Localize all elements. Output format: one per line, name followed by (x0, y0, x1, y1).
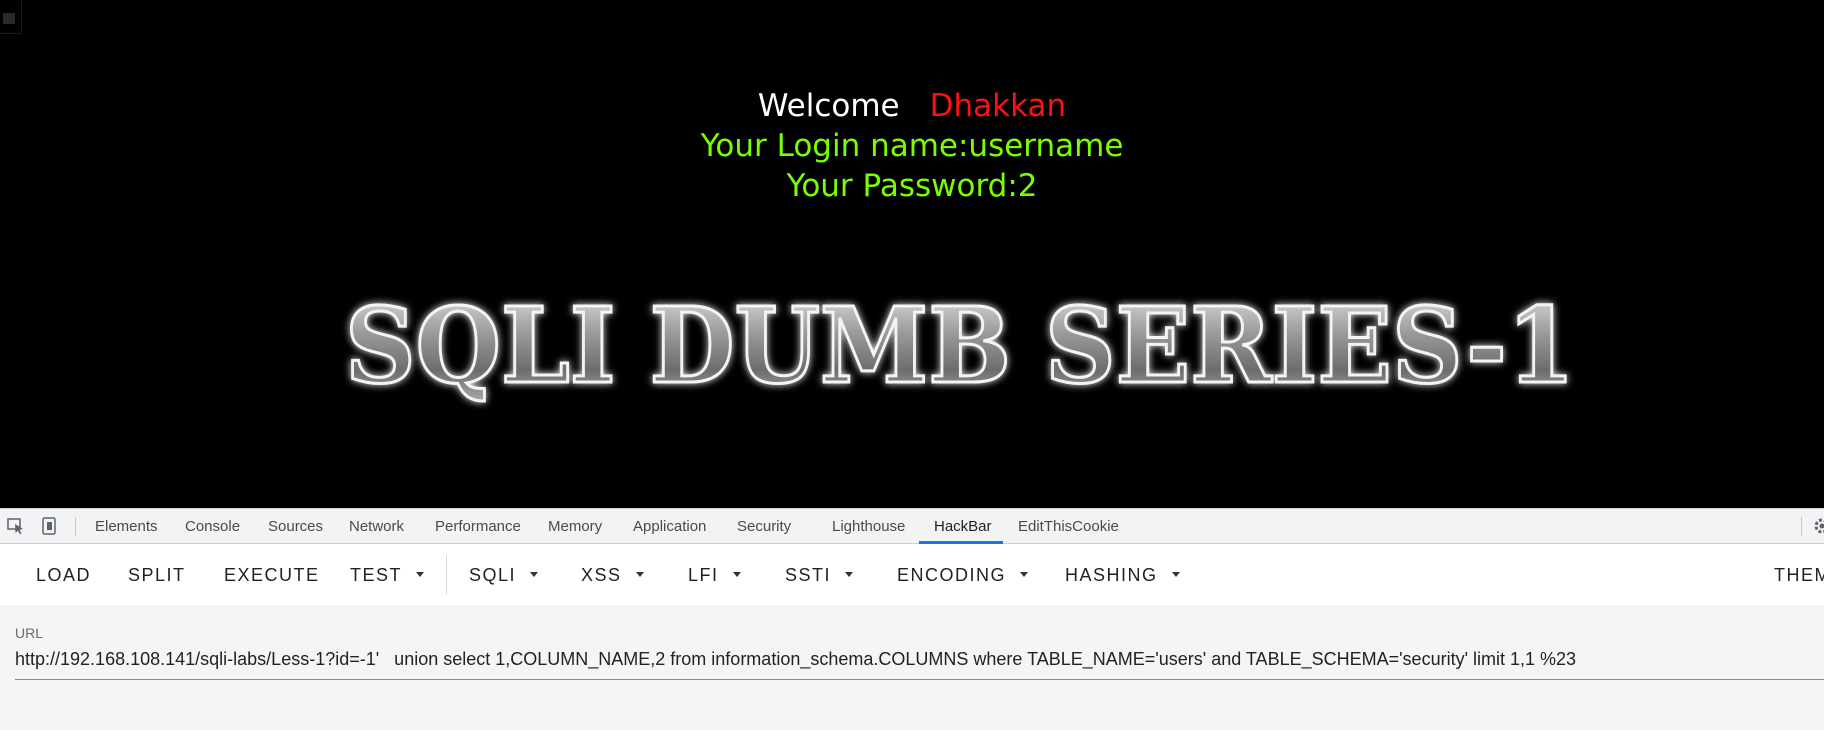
toolbar-divider (75, 517, 76, 536)
url-input[interactable]: http://192.168.108.141/sqli-labs/Less-1?… (15, 647, 1824, 671)
tab-network[interactable]: Network (349, 509, 404, 544)
tab-console[interactable]: Console (185, 509, 240, 544)
encoding-label: ENCODING (897, 565, 1007, 585)
xss-menu-button[interactable]: XSS (581, 545, 644, 605)
corner-frame (0, 0, 22, 34)
theme-menu-button[interactable]: THEM (1774, 545, 1824, 605)
tab-memory[interactable]: Memory (548, 509, 602, 544)
devtools-panel: Elements Console Sources Network Perform… (0, 508, 1824, 730)
welcome-text: Welcome (757, 88, 900, 124)
tab-hackbar[interactable]: HackBar (934, 509, 992, 544)
url-input-underline (15, 679, 1824, 680)
active-tab-indicator (919, 541, 1003, 544)
sqli-banner-image: SQLI DUMB SERIES-1 (344, 283, 1577, 409)
chevron-down-icon (635, 571, 644, 577)
split-button[interactable]: SPLIT (128, 545, 186, 605)
login-name-line: Your Login name:username (700, 128, 1124, 164)
chevron-down-icon (530, 571, 539, 577)
url-field-container: URL http://192.168.108.141/sqli-labs/Les… (0, 605, 1824, 730)
tab-elements[interactable]: Elements (95, 509, 158, 544)
hackbar-toolbar: LOAD SPLIT EXECUTE TEST SQLI XSS LFI SST… (0, 545, 1824, 605)
password-line: Your Password:2 (786, 168, 1038, 204)
execute-label: EXECUTE (224, 565, 320, 585)
toolbar-divider (446, 555, 447, 595)
hashing-label: HASHING (1065, 565, 1158, 585)
toolbar-divider-right (1801, 517, 1802, 536)
test-label: TEST (350, 565, 403, 585)
execute-button[interactable]: EXECUTE (224, 545, 320, 605)
chevron-down-icon (416, 571, 425, 577)
tab-application[interactable]: Application (633, 509, 706, 544)
inspect-element-icon[interactable] (6, 517, 26, 535)
device-toggle-icon[interactable] (40, 517, 60, 535)
user-name-text: Dhakkan (929, 88, 1067, 124)
devtools-tab-bar: Elements Console Sources Network Perform… (0, 509, 1824, 544)
lfi-label: LFI (688, 565, 719, 585)
chevron-down-icon (1171, 571, 1180, 577)
tab-sources[interactable]: Sources (268, 509, 323, 544)
xss-label: XSS (581, 565, 622, 585)
tab-security[interactable]: Security (737, 509, 791, 544)
url-field-label: URL (15, 625, 44, 641)
chevron-down-icon (845, 571, 854, 577)
ssti-menu-button[interactable]: SSTI (785, 545, 854, 605)
tab-performance[interactable]: Performance (435, 509, 521, 544)
ssti-label: SSTI (785, 565, 832, 585)
banner-text: SQLI DUMB SERIES-1 (345, 284, 1575, 407)
encoding-menu-button[interactable]: ENCODING (897, 545, 1029, 605)
sqli-label: SQLI (469, 565, 517, 585)
load-button[interactable]: LOAD (36, 545, 91, 605)
settings-gear-icon[interactable] (1813, 517, 1824, 535)
test-menu-button[interactable]: TEST (350, 545, 425, 605)
hashing-menu-button[interactable]: HASHING (1065, 545, 1180, 605)
split-label: SPLIT (128, 565, 186, 585)
sqli-menu-button[interactable]: SQLI (469, 545, 539, 605)
page-content: Welcome Dhakkan Your Login name:username … (0, 0, 1824, 508)
theme-label: THEM (1774, 565, 1824, 585)
tab-editthiscookie[interactable]: EditThisCookie (1018, 509, 1119, 544)
chevron-down-icon (732, 571, 741, 577)
load-label: LOAD (36, 565, 92, 585)
chevron-down-icon (1020, 571, 1029, 577)
lfi-menu-button[interactable]: LFI (688, 545, 741, 605)
welcome-line: Welcome Dhakkan (0, 86, 1824, 126)
tab-lighthouse[interactable]: Lighthouse (832, 509, 905, 544)
